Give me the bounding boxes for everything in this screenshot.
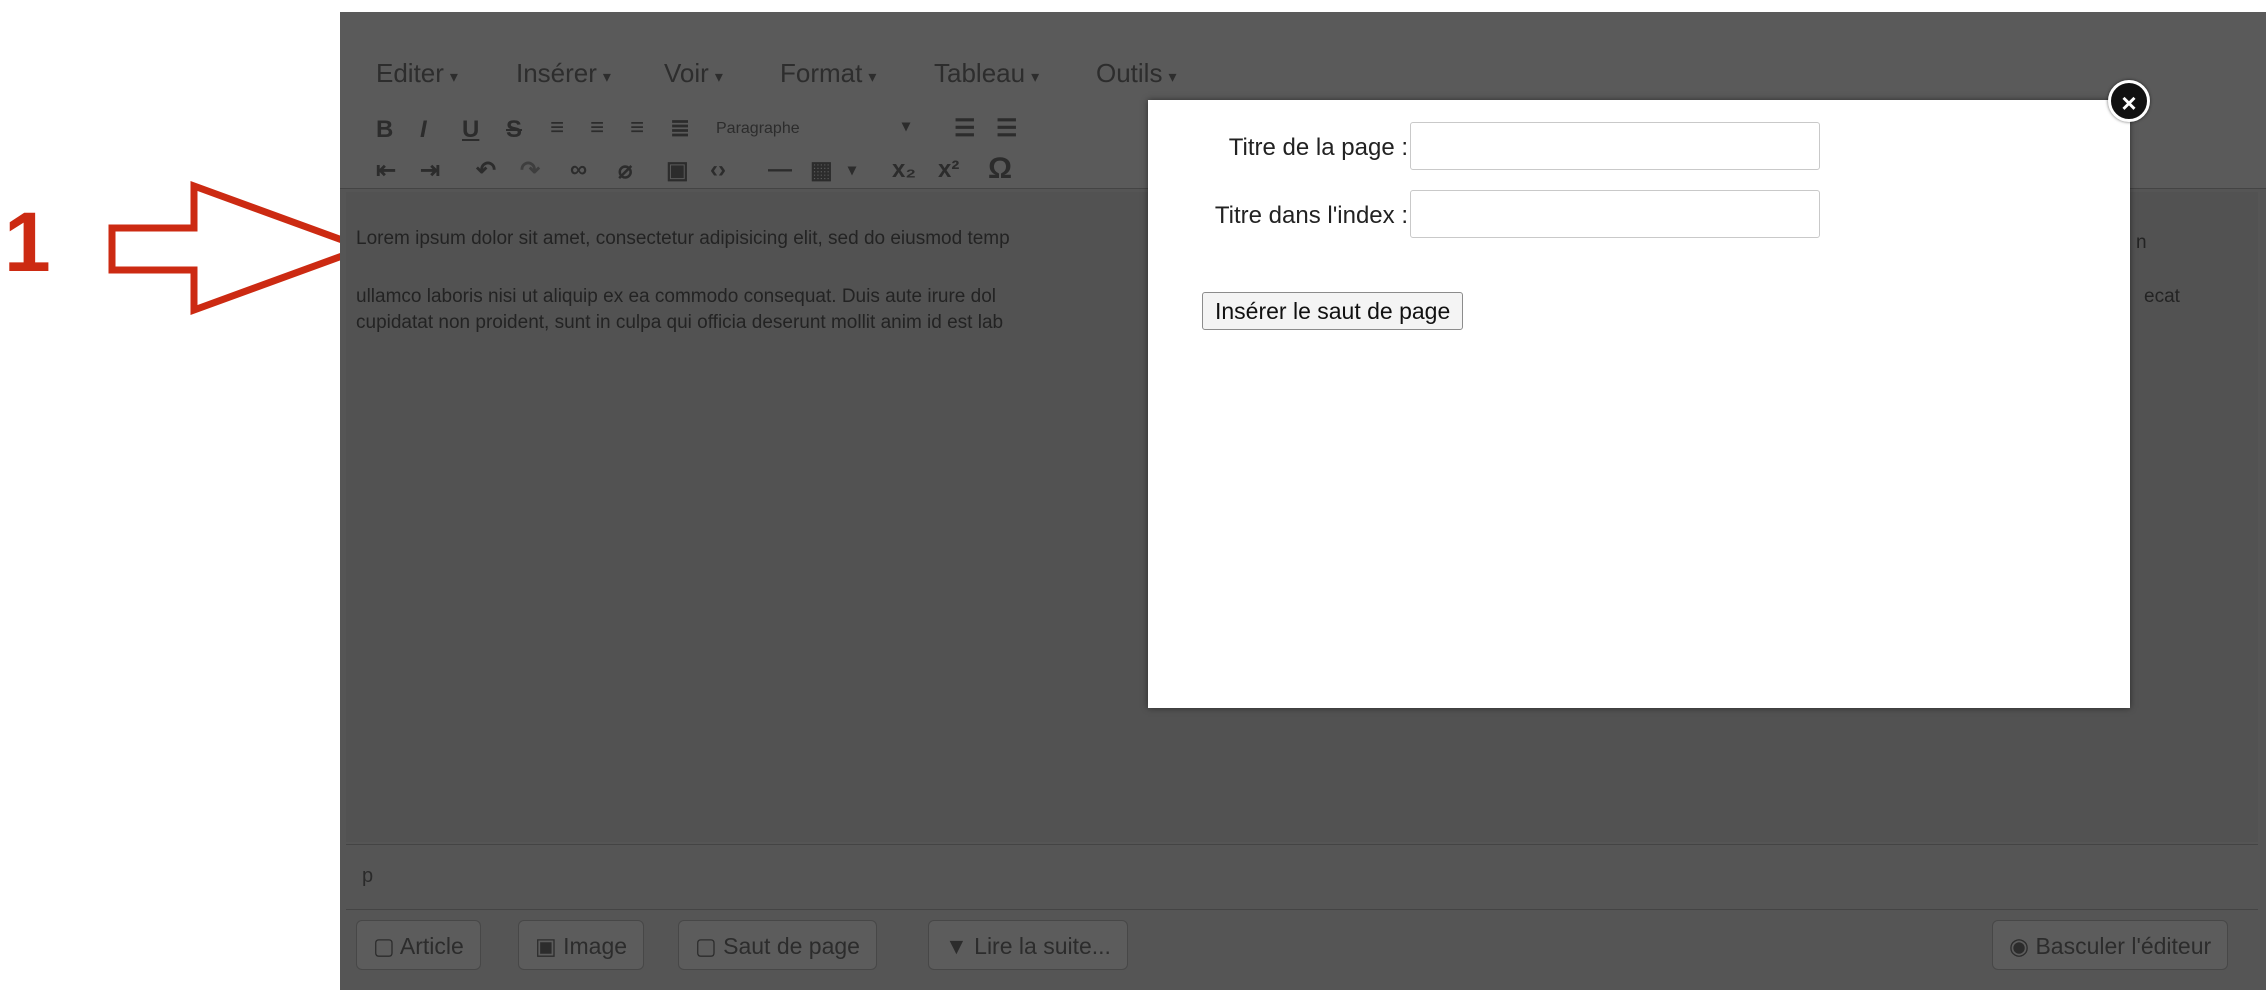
index-title-label: Titre dans l'index : [1214,202,1408,229]
article-button[interactable]: ▢ Article [356,920,481,970]
special-character-icon[interactable]: Ω [988,152,1012,186]
align-right-icon[interactable]: ≡ [630,114,644,142]
image-icon[interactable]: ▣ [666,156,689,185]
caret-down-icon: ▾ [714,69,723,86]
menu-outils[interactable]: Outils ▾ [1096,58,1177,89]
annotation-arrow-icon [108,180,375,316]
code-icon[interactable]: ‹› [710,156,726,184]
unlink-icon[interactable]: ⌀ [618,156,632,185]
index-title-input[interactable] [1410,190,1820,238]
undo-icon[interactable]: ↶ [476,156,496,185]
align-left-icon[interactable]: ≡ [550,114,564,142]
page-title-label: Titre de la page : [1228,134,1408,161]
document-icon: ▢ [373,933,395,959]
caret-down-icon: ▾ [1031,69,1040,86]
image-button[interactable]: ▣ Image [518,920,645,970]
content-line-2-tail: ecat [2144,286,2180,307]
link-icon[interactable]: ∞ [570,156,587,184]
caret-down-icon: ▾ [602,69,611,86]
annotation-number-1: 1 [4,195,51,289]
editor-statusbar: p [346,844,2258,910]
read-more-button[interactable]: ▼ Lire la suite... [928,920,1128,970]
indent-icon[interactable]: ⇥ [420,156,440,185]
close-icon[interactable]: × [2108,80,2150,122]
bullet-list-icon[interactable]: ☰ [954,114,976,143]
arrow-down-icon: ▼ [945,933,968,959]
underline-icon[interactable]: U [462,116,479,144]
menu-voir[interactable]: Voir ▾ [664,58,723,89]
italic-icon[interactable]: I [420,116,427,144]
page-break-modal: Titre de la page : Titre dans l'index : … [1148,100,2130,708]
content-line-2: ullamco laboris nisi ut aliquip ex ea co… [356,286,997,307]
caret-down-icon: ▾ [449,69,458,86]
page-break-button[interactable]: ▢ Saut de page [678,920,877,970]
superscript-icon[interactable]: x² [938,156,959,184]
strikethrough-icon[interactable]: S [506,116,522,144]
menu-inserer[interactable]: Insérer ▾ [516,58,611,89]
horizontal-rule-icon[interactable]: — [768,156,792,184]
redo-icon[interactable]: ↷ [520,156,540,185]
page-title-input[interactable] [1410,122,1820,170]
align-justify-icon[interactable]: ≣ [670,114,690,143]
bold-icon[interactable]: B [376,116,393,144]
caret-down-icon: ▾ [1168,69,1177,86]
numbered-list-icon[interactable]: ☰ [996,114,1018,143]
content-line-3: cupidatat non proident, sunt in culpa qu… [356,312,1004,333]
outdent-icon[interactable]: ⇤ [376,156,396,185]
eye-icon: ◉ [2009,933,2030,959]
menu-tableau[interactable]: Tableau ▾ [934,58,1039,89]
insert-page-break-button[interactable]: Insérer le saut de page [1202,292,1464,330]
chevron-down-icon: ▾ [848,162,857,179]
menu-editer[interactable]: Editer ▾ [376,58,458,89]
menu-format[interactable]: Format ▾ [780,58,876,89]
toggle-editor-button[interactable]: ◉ Basculer l'éditeur [1992,920,2229,970]
align-center-icon[interactable]: ≡ [590,114,604,142]
picture-icon: ▣ [535,933,557,959]
subscript-icon[interactable]: x₂ [892,156,916,184]
content-line-1-tail: n [2136,232,2147,253]
element-path[interactable]: p [362,865,373,888]
content-line-1: Lorem ipsum dolor sit amet, consectetur … [356,228,1010,249]
chevron-down-icon: ▾ [902,118,911,135]
copy-icon: ▢ [695,933,717,959]
paragraph-format-select[interactable]: Paragraphe [716,120,800,138]
table-icon[interactable]: ▦ [810,156,833,185]
caret-down-icon: ▾ [868,69,877,86]
